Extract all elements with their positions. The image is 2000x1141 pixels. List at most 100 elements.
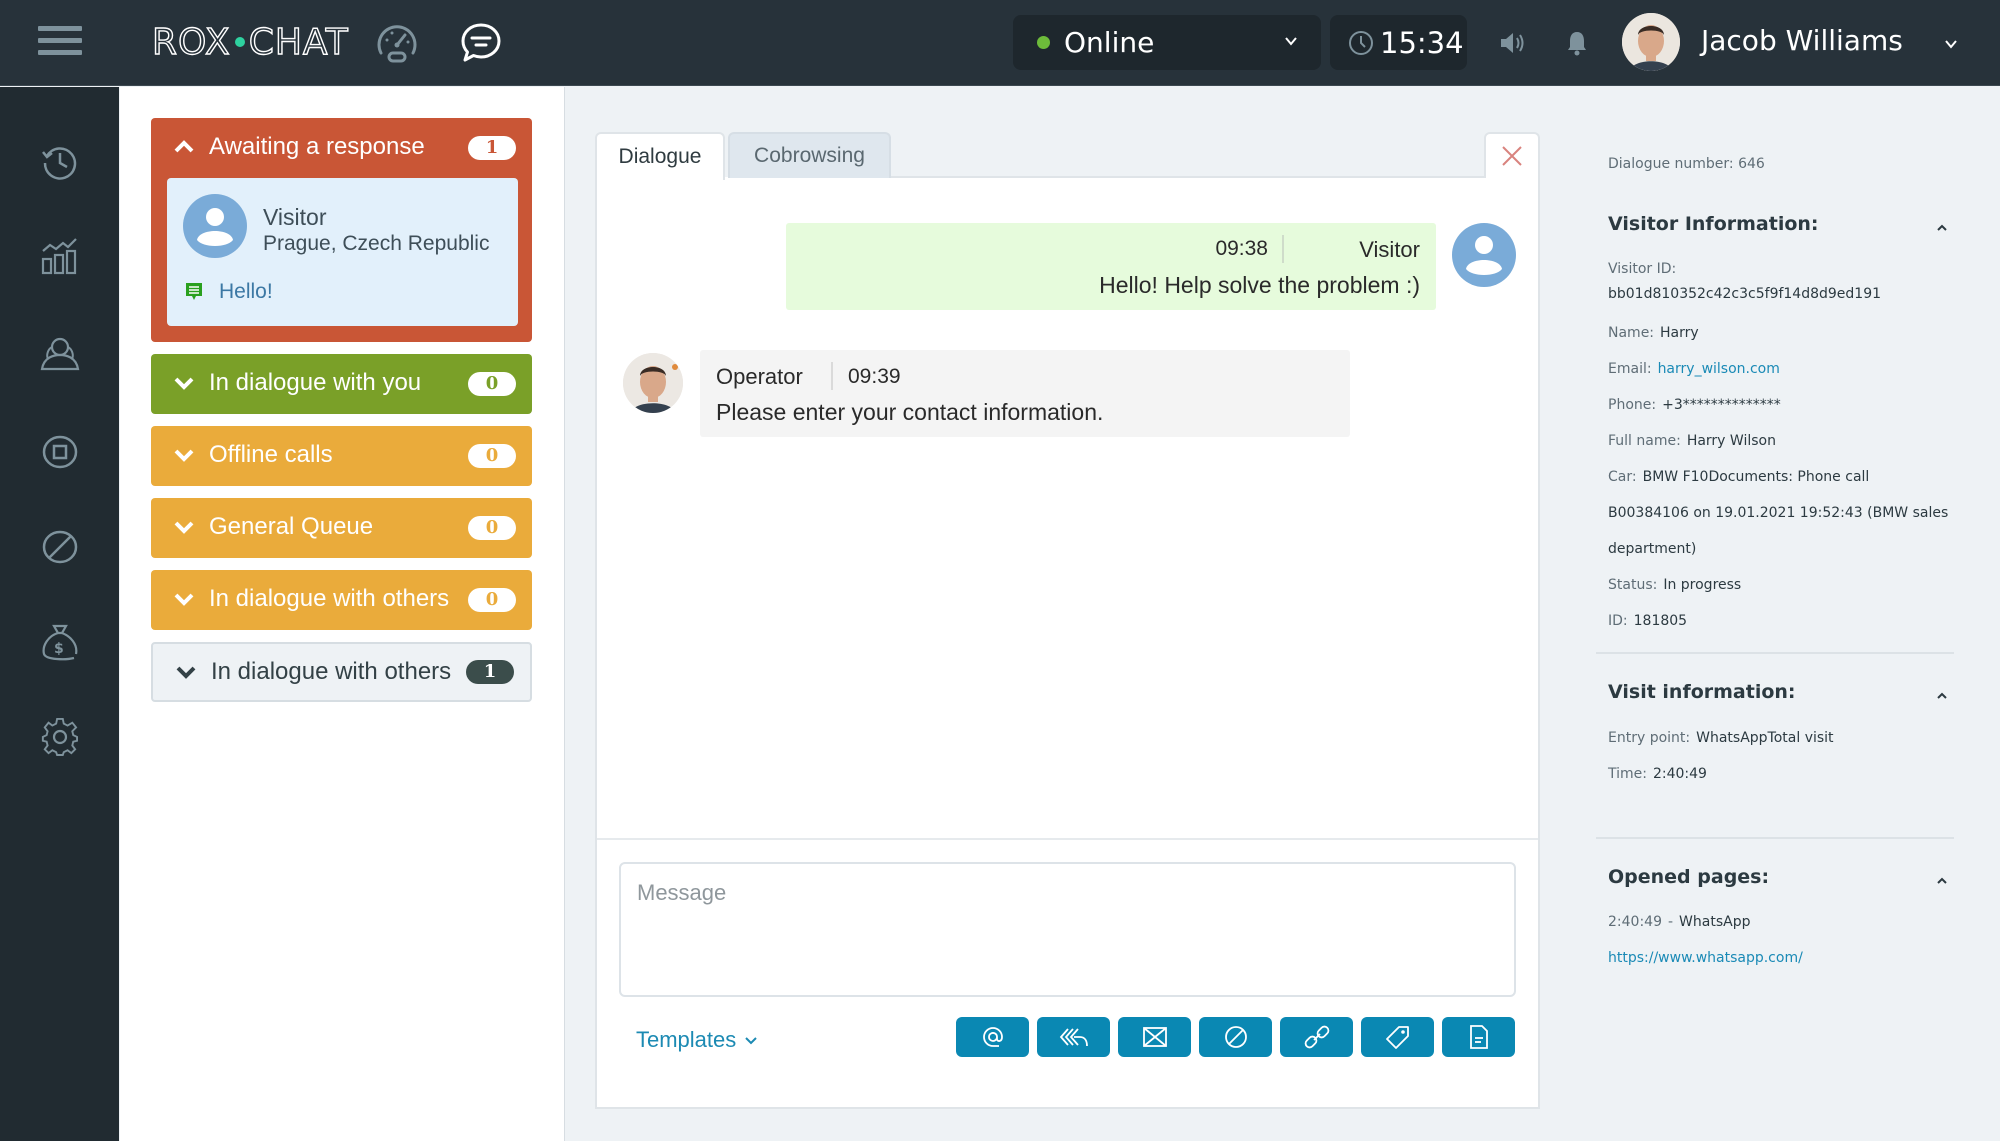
message-visitor: 09:38 Visitor Hello! Help solve the prob… bbox=[786, 223, 1436, 310]
chevron-down-icon bbox=[1285, 37, 1297, 46]
visitor-car-row-3: department) bbox=[1608, 541, 1697, 557]
queue-column: Awaiting a response 1 Visitor Prague, Cz… bbox=[120, 87, 565, 1141]
user-avatar[interactable] bbox=[1622, 13, 1680, 71]
queue-label: General Queue bbox=[209, 513, 374, 540]
message-operator: Operator 09:39 Please enter your contact… bbox=[700, 350, 1350, 437]
chevron-down-icon bbox=[174, 521, 194, 534]
message-text: Hello! Help solve the problem :) bbox=[1099, 272, 1420, 298]
speedometer-icon[interactable] bbox=[374, 20, 420, 66]
bell-icon[interactable] bbox=[1566, 30, 1588, 56]
visitor-car-row-2: B00384106 on 19.01.2021 19:52:43 (BMW sa… bbox=[1608, 505, 1949, 521]
visitor-id-label: Visitor ID: bbox=[1608, 261, 1677, 277]
separator bbox=[1282, 235, 1284, 263]
blocked-icon[interactable] bbox=[40, 527, 80, 567]
top-bar: ROX CHAT Online 15:34 Jacob Williams bbox=[0, 0, 2000, 86]
block-button[interactable] bbox=[1199, 1017, 1272, 1057]
logo-text-right: CHAT bbox=[248, 21, 349, 63]
queue-header[interactable]: Awaiting a response 1 bbox=[151, 118, 532, 176]
tab-cobrowsing[interactable]: Cobrowsing bbox=[728, 132, 891, 178]
clock-time: 15:34 bbox=[1380, 25, 1464, 60]
chevron-up-icon bbox=[174, 140, 194, 153]
queue-count-badge: 0 bbox=[468, 444, 516, 468]
chevron-down-icon bbox=[174, 449, 194, 462]
visitor-email-row: Email: harry_wilson.com bbox=[1608, 361, 1780, 377]
queue-group-awaiting: Awaiting a response 1 Visitor Prague, Cz… bbox=[151, 118, 532, 342]
visitor-phone-row: Phone: +3************** bbox=[1608, 397, 1781, 413]
queue-count-badge: 0 bbox=[468, 372, 516, 396]
section-divider bbox=[1596, 652, 1954, 654]
queue-header[interactable]: General Queue 0 bbox=[151, 498, 532, 556]
chevron-down-icon bbox=[745, 1037, 757, 1045]
opened-page-link[interactable]: https://www.whatsapp.com/ bbox=[1608, 950, 1803, 966]
visitor-name: Visitor bbox=[263, 204, 327, 230]
chevron-down-icon[interactable] bbox=[1943, 36, 1959, 52]
queue-group-general[interactable]: General Queue 0 bbox=[151, 498, 532, 558]
queue-header[interactable]: In dialogue with you 0 bbox=[151, 354, 532, 412]
email-link[interactable]: harry_wilson.com bbox=[1658, 361, 1780, 377]
tag-button[interactable] bbox=[1361, 1017, 1434, 1057]
queue-count-badge: 1 bbox=[466, 660, 514, 684]
queue-header[interactable]: Offline calls 0 bbox=[151, 426, 532, 484]
chevron-up-icon[interactable] bbox=[1936, 691, 1948, 701]
queue-count-badge: 1 bbox=[468, 136, 516, 160]
visitor-fullname-row: Full name: Harry Wilson bbox=[1608, 433, 1776, 449]
reply-all-icon bbox=[1059, 1028, 1088, 1047]
email-button[interactable] bbox=[1118, 1017, 1191, 1057]
visitor-avatar-icon bbox=[1452, 223, 1516, 287]
link-icon bbox=[1304, 1025, 1329, 1049]
visitor-status-row: Status: In progress bbox=[1608, 577, 1742, 593]
queue-group-offline[interactable]: Offline calls 0 bbox=[151, 426, 532, 486]
templates-dropdown[interactable]: Templates bbox=[636, 1027, 758, 1053]
opened-pages-title: Opened pages: bbox=[1608, 866, 1770, 888]
status-dropdown[interactable]: Online bbox=[1013, 15, 1321, 70]
reply-all-button[interactable] bbox=[1037, 1017, 1110, 1057]
stop-icon[interactable] bbox=[40, 432, 80, 472]
queue-label: Offline calls bbox=[209, 441, 333, 468]
users-icon[interactable] bbox=[40, 335, 80, 375]
queue-header[interactable]: In dialogue with others 1 bbox=[153, 644, 530, 700]
separator bbox=[831, 362, 833, 390]
visit-info-title: Visit information: bbox=[1608, 681, 1796, 703]
settings-icon[interactable] bbox=[40, 717, 80, 757]
info-panel: Dialogue number: 646 Visitor Information… bbox=[1566, 87, 2000, 1141]
mention-button[interactable] bbox=[956, 1017, 1029, 1057]
user-name[interactable]: Jacob Williams bbox=[1701, 24, 1903, 57]
statistics-icon[interactable] bbox=[40, 237, 80, 277]
queue-group-with-others[interactable]: In dialogue with others 0 bbox=[151, 570, 532, 630]
opened-page-row: 2:40:49- WhatsApp bbox=[1608, 914, 1751, 930]
logo-dot bbox=[234, 37, 245, 47]
tab-dialogue[interactable]: Dialogue bbox=[595, 132, 725, 180]
dialogue-number: Dialogue number: 646 bbox=[1608, 156, 1765, 172]
menu-icon[interactable] bbox=[38, 26, 82, 58]
visitor-card[interactable]: Visitor Prague, Czech Republic Hello! bbox=[167, 178, 518, 326]
chevron-up-icon[interactable] bbox=[1936, 876, 1948, 886]
entry-point-row: Entry point: WhatsAppTotal visit bbox=[1608, 730, 1834, 746]
status-label: Online bbox=[1064, 26, 1155, 59]
speaker-icon[interactable] bbox=[1498, 30, 1526, 56]
queue-group-with-you[interactable]: In dialogue with you 0 bbox=[151, 354, 532, 414]
block-icon bbox=[1224, 1026, 1247, 1048]
document-button[interactable] bbox=[1442, 1017, 1515, 1057]
section-divider bbox=[1596, 837, 1954, 839]
link-button[interactable] bbox=[1280, 1017, 1353, 1057]
mention-icon bbox=[982, 1027, 1003, 1047]
visit-time-row: Time: 2:40:49 bbox=[1608, 766, 1707, 782]
chevron-down-icon bbox=[174, 593, 194, 606]
chevron-down-icon bbox=[174, 377, 194, 390]
queue-count-badge: 0 bbox=[468, 588, 516, 612]
message-author: Visitor bbox=[1359, 237, 1420, 262]
queue-group-with-others-2[interactable]: In dialogue with others 1 bbox=[151, 642, 532, 702]
online-status-dot bbox=[1037, 36, 1050, 49]
chevron-up-icon[interactable] bbox=[1936, 223, 1948, 233]
history-icon[interactable] bbox=[40, 142, 80, 182]
visitor-id-value: bb01d810352c42c3c5f9f14d8d9ed191 bbox=[1608, 286, 1882, 302]
close-dialogue-button[interactable] bbox=[1484, 132, 1540, 178]
queue-header[interactable]: In dialogue with others 0 bbox=[151, 570, 532, 628]
message-icon bbox=[186, 283, 202, 300]
close-icon bbox=[1502, 146, 1522, 166]
message-input[interactable] bbox=[619, 862, 1516, 997]
queue-label: In dialogue with others bbox=[211, 658, 452, 685]
chat-icon[interactable] bbox=[458, 20, 504, 66]
money-bag-icon[interactable]: $ bbox=[40, 622, 80, 662]
logo: ROX CHAT bbox=[151, 20, 349, 64]
